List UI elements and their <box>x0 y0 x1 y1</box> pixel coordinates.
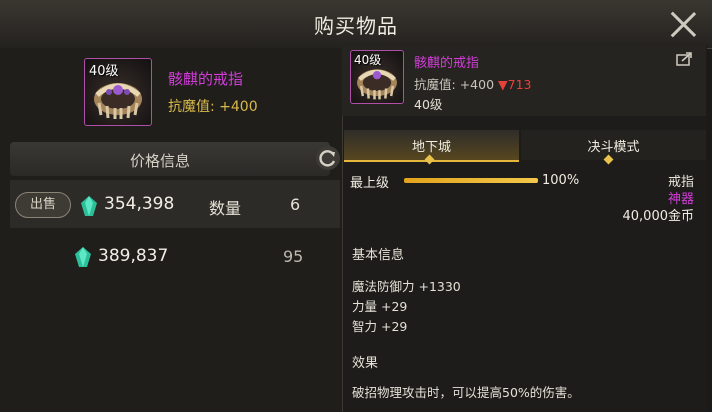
ring-icon <box>357 69 397 100</box>
dialog-title: 购买物品 <box>314 14 398 38</box>
item-name: 骸麒的戒指 <box>168 70 244 88</box>
tooltip-item-slot: 40级 <box>350 50 404 104</box>
grade-progress-text: 100% <box>542 173 580 188</box>
share-icon[interactable] <box>676 52 692 66</box>
resist-diff: ▼713 <box>498 77 532 92</box>
sell-badge: 出售 <box>15 192 71 218</box>
gem-icon <box>75 247 91 267</box>
refresh-button[interactable] <box>316 146 340 170</box>
tab-dungeon-label: 地下城 <box>411 140 451 155</box>
price-value: 354,398 <box>104 194 175 214</box>
quantity-value: 95 <box>283 247 304 266</box>
gem-icon <box>81 196 97 216</box>
price-info-label: 价格信息 <box>129 152 190 170</box>
effect-title: 效果 <box>352 356 379 371</box>
tab-pvp-label: 决斗模式 <box>587 140 640 155</box>
stat-line: 魔法防御力 +1330 <box>352 279 461 294</box>
basic-info-title: 基本信息 <box>352 248 405 263</box>
tooltip-item-name: 骸麒的戒指 <box>414 56 480 71</box>
grade-label: 最上级 <box>350 176 390 191</box>
close-icon[interactable] <box>668 9 698 39</box>
quantity-label: 数量 <box>209 199 242 218</box>
price-value: 389,837 <box>98 246 169 266</box>
stat-line: 智力 +29 <box>352 319 408 334</box>
refresh-icon <box>319 150 336 167</box>
item-resist: 抗魔值: +400 <box>168 99 258 115</box>
item-slot[interactable]: 40级 <box>84 58 152 126</box>
item-gold-price: 40,000金币 <box>622 209 695 224</box>
ring-icon <box>94 83 142 119</box>
tooltip-level: 40级 <box>414 97 443 112</box>
tooltip-resist: 抗魔值: +400 ▼713 <box>414 77 532 92</box>
quantity-value: 6 <box>290 195 301 214</box>
effect-text: 破招物理攻击时，可以提高50%的伤害。 <box>352 385 580 400</box>
tab-pvp[interactable]: 决斗模式 <box>521 130 706 160</box>
grade-progress-fill <box>404 178 538 183</box>
stat-line: 力量 +29 <box>352 299 408 314</box>
